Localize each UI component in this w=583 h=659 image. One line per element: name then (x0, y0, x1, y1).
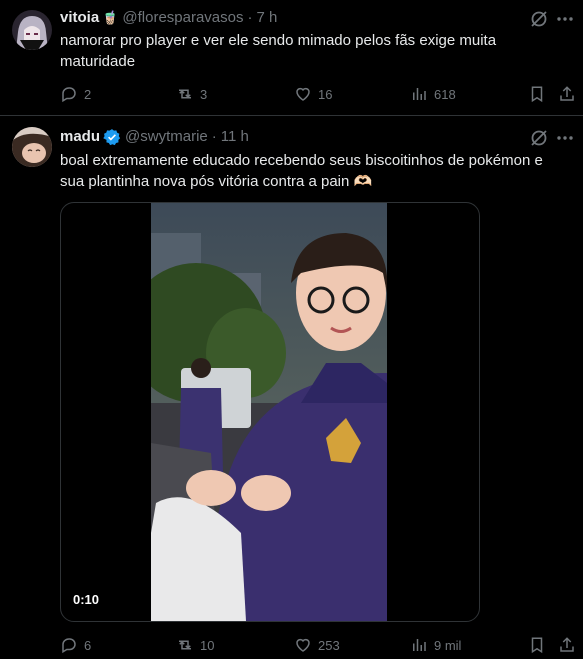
display-name[interactable]: madu (60, 127, 100, 147)
repost-button[interactable]: 10 (176, 635, 214, 655)
action-bar: 2 3 16 618 (60, 84, 575, 104)
action-bar: 6 10 253 9 mil (60, 635, 575, 655)
timestamp[interactable]: 7 h (257, 8, 278, 28)
tweet-text: namorar pro player e ver ele sendo mimad… (60, 32, 497, 70)
reply-count: 6 (84, 637, 92, 653)
views-button[interactable]: 618 (410, 84, 456, 104)
share-icon (560, 637, 574, 652)
grok-icon[interactable] (529, 9, 549, 29)
like-button[interactable]: 253 (294, 635, 340, 655)
views-button[interactable]: 9 mil (410, 635, 461, 655)
repost-button[interactable]: 3 (176, 84, 207, 104)
share-button[interactable] (558, 635, 576, 655)
reply-button[interactable]: 6 (60, 635, 91, 655)
reply-icon (62, 638, 76, 654)
avatar[interactable] (12, 127, 52, 167)
tweet[interactable]: madu @swytmarie · 11 h boal extremamente… (0, 116, 583, 659)
bookmark-button[interactable] (528, 635, 546, 655)
verified-badge-icon (103, 128, 121, 146)
name-emoji: 🧋 (102, 10, 119, 25)
grok-icon[interactable] (529, 128, 549, 148)
heart-icon (296, 87, 310, 101)
handle[interactable]: @floresparavasos (122, 8, 243, 28)
repost-count: 10 (200, 637, 215, 653)
video-player[interactable]: 0:10 (60, 202, 480, 622)
like-button[interactable]: 16 (294, 84, 332, 104)
like-count: 16 (318, 86, 333, 102)
like-count: 253 (318, 637, 340, 653)
bookmark-icon (531, 637, 543, 654)
share-button[interactable] (558, 84, 576, 104)
avatar[interactable] (12, 10, 52, 50)
timestamp[interactable]: 11 h (221, 127, 249, 147)
views-count: 9 mil (434, 637, 462, 653)
repost-icon (179, 89, 191, 99)
views-icon (413, 639, 426, 651)
views-icon (413, 88, 426, 100)
bookmark-icon (531, 86, 543, 103)
tweet-text: boal extremamente educado recebendo seus… (60, 152, 543, 190)
bookmark-button[interactable] (528, 84, 546, 104)
display-name[interactable]: vitoia (60, 8, 99, 28)
heart-icon (296, 638, 310, 652)
reply-icon (62, 87, 76, 103)
handle[interactable]: @swytmarie (125, 127, 208, 147)
more-icon[interactable] (555, 128, 575, 148)
separator: · (247, 9, 253, 26)
separator: · (211, 128, 217, 145)
video-duration: 0:10 (73, 592, 100, 607)
reply-button[interactable]: 2 (60, 84, 91, 104)
reply-count: 2 (84, 86, 92, 102)
repost-icon (179, 640, 191, 650)
views-count: 618 (434, 86, 456, 102)
tweet[interactable]: vitoia 🧋 @floresparavasos · 7 h namorar … (0, 0, 583, 116)
video-frame[interactable] (151, 203, 387, 621)
share-icon (560, 86, 574, 101)
repost-count: 3 (200, 86, 208, 102)
more-icon[interactable] (555, 9, 575, 29)
